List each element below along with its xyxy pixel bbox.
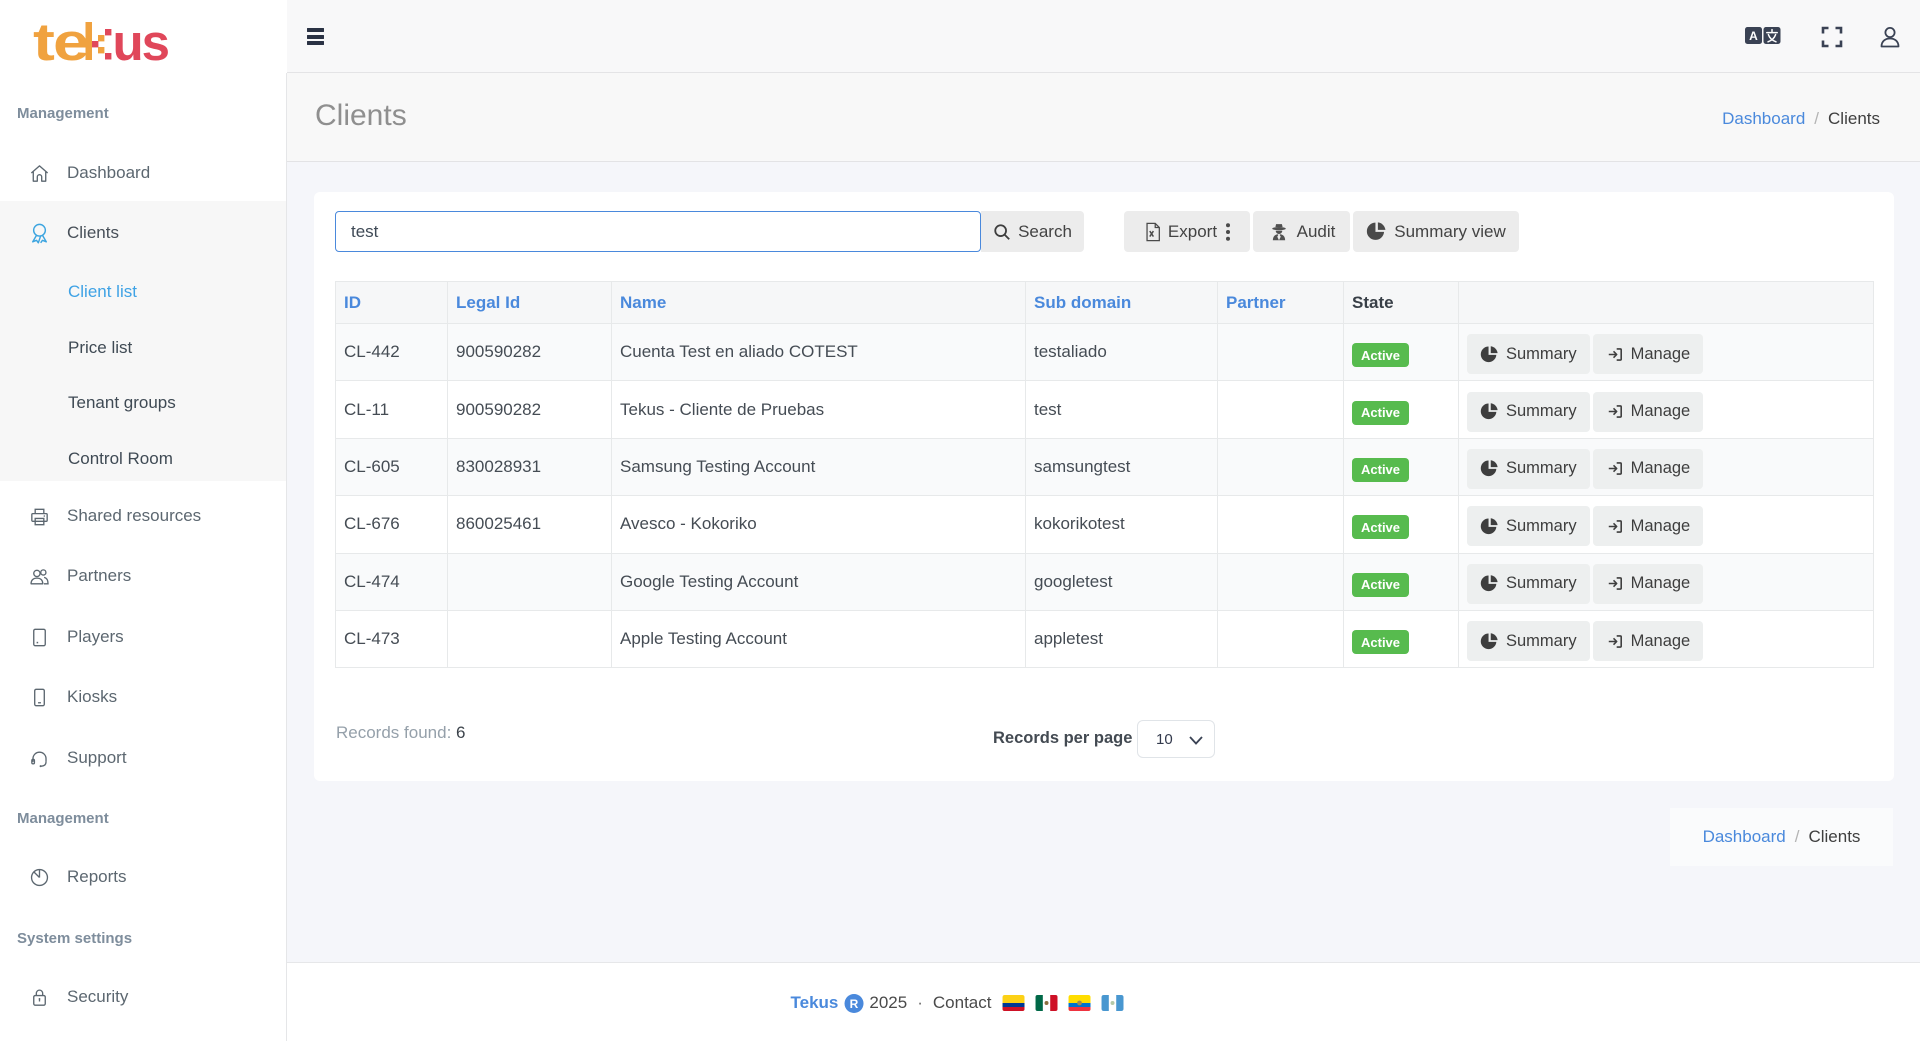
svg-text:te: te [33, 16, 88, 68]
svg-text:R: R [850, 997, 859, 1011]
svg-text:A: A [1749, 29, 1758, 43]
svg-text:us: us [113, 16, 169, 68]
